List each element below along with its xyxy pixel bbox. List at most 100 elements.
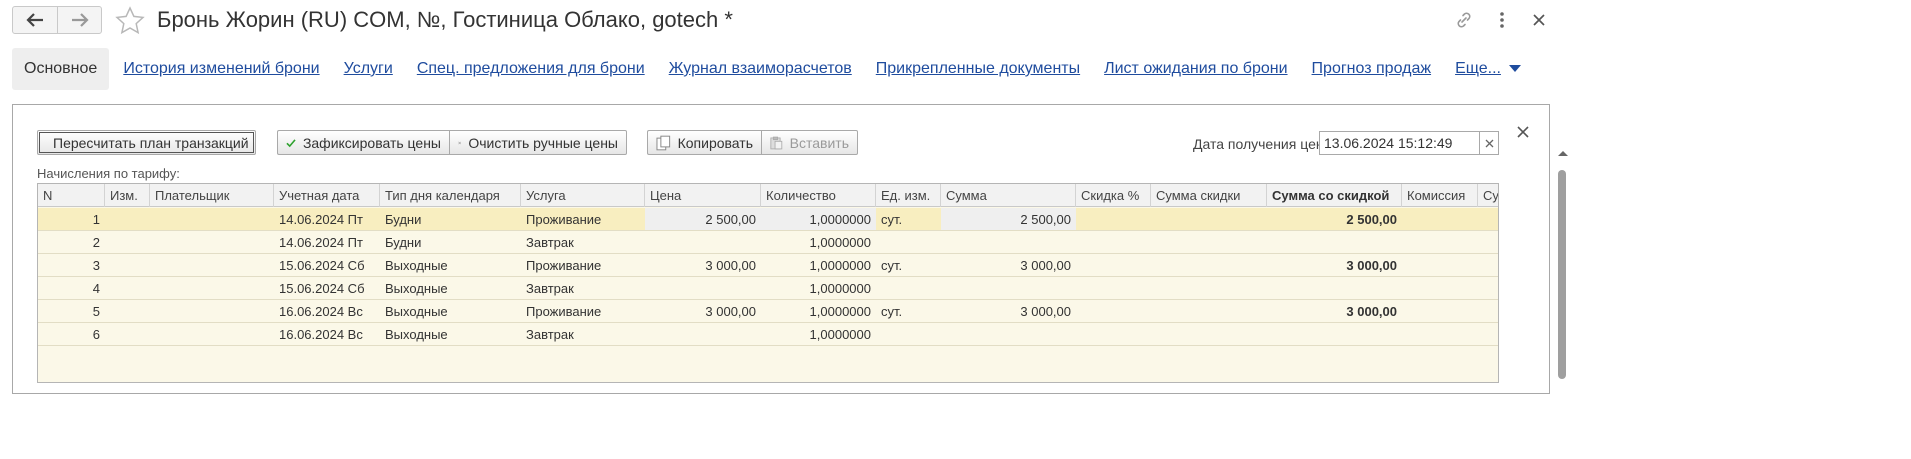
star-icon[interactable] [114,5,146,37]
cell-commission[interactable] [1402,254,1478,276]
cell-date[interactable]: 15.06.2024 Сб [274,277,380,299]
scrollbar-thumb[interactable] [1558,170,1566,379]
column-header[interactable]: Количество [761,184,876,207]
cell-n[interactable]: 6 [38,323,105,345]
cell-changed[interactable] [105,300,150,322]
cell-day-type[interactable]: Выходные [380,254,521,276]
cell-price[interactable]: 3 000,00 [645,300,761,322]
cell-discount-pct[interactable] [1076,208,1151,230]
cell-sum[interactable] [941,323,1076,345]
cell-changed[interactable] [105,208,150,230]
cell-price[interactable] [645,231,761,253]
copy-button[interactable]: Копировать [647,130,761,155]
cell-commission[interactable] [1402,323,1478,345]
cell-discount-sum[interactable] [1151,277,1267,299]
cell-n[interactable]: 2 [38,231,105,253]
forward-button[interactable] [57,7,101,33]
cell-service[interactable]: Завтрак [521,277,645,299]
cell-commission[interactable] [1402,231,1478,253]
table-row[interactable]: 5 16.06.2024 Вс Выходные Проживание 3 000,00… [38,300,1498,323]
cell-date[interactable]: 14.06.2024 Пт [274,231,380,253]
cell-discount-sum[interactable] [1151,323,1267,345]
cell-quantity[interactable]: 1,0000000 [761,208,876,230]
tab-booking-history[interactable]: История изменений брони [111,48,331,90]
cell-day-type[interactable]: Выходные [380,277,521,299]
cell-payer[interactable] [150,323,274,345]
cell-quantity[interactable]: 1,0000000 [761,254,876,276]
cell-payer[interactable] [150,208,274,230]
cell-payer[interactable] [150,277,274,299]
cell-sum-with-discount[interactable] [1267,231,1402,253]
cell-sum[interactable]: 3 000,00 [941,300,1076,322]
cell-quantity[interactable]: 1,0000000 [761,231,876,253]
cell-discount-pct[interactable] [1076,323,1151,345]
price-date-field[interactable]: 13.06.2024 15:12:49 [1319,131,1479,155]
paste-button[interactable]: Вставить [762,130,858,155]
cell-su[interactable] [1478,208,1498,230]
column-header[interactable]: Тип дня календаря [380,184,521,207]
cell-changed[interactable] [105,254,150,276]
cell-changed[interactable] [105,323,150,345]
column-header[interactable]: Цена [645,184,761,207]
cell-sum-with-discount[interactable]: 2 500,00 [1267,208,1402,230]
link-icon[interactable] [1453,9,1475,31]
cell-changed[interactable] [105,231,150,253]
cell-discount-sum[interactable] [1151,254,1267,276]
column-header[interactable]: Учетная дата [274,184,380,207]
cell-service[interactable]: Завтрак [521,323,645,345]
tab-main[interactable]: Основное [12,48,110,90]
cell-discount-sum[interactable] [1151,231,1267,253]
tab-settlements-journal[interactable]: Журнал взаиморасчетов [657,48,864,90]
cell-price[interactable] [645,277,761,299]
cell-service[interactable]: Проживание [521,300,645,322]
cell-discount-sum[interactable] [1151,300,1267,322]
cell-sum-with-discount[interactable]: 3 000,00 [1267,300,1402,322]
cell-day-type[interactable]: Выходные [380,323,521,345]
column-header[interactable]: Сумма [941,184,1076,207]
cell-sum-with-discount[interactable] [1267,323,1402,345]
cell-changed[interactable] [105,277,150,299]
cell-price[interactable] [645,323,761,345]
cell-unit[interactable]: сут. [876,300,941,322]
cell-payer[interactable] [150,254,274,276]
cell-commission[interactable] [1402,300,1478,322]
cell-sum[interactable]: 3 000,00 [941,254,1076,276]
cell-discount-pct[interactable] [1076,231,1151,253]
tab-sales-forecast[interactable]: Прогноз продаж [1300,48,1444,90]
cell-quantity[interactable]: 1,0000000 [761,323,876,345]
cell-day-type[interactable]: Будни [380,208,521,230]
cell-quantity[interactable]: 1,0000000 [761,277,876,299]
column-header[interactable]: Скидка % [1076,184,1151,207]
column-header[interactable]: Сумма скидки [1151,184,1267,207]
tab-more[interactable]: Еще... [1443,48,1533,90]
column-header[interactable]: Сумма со скидкой [1267,184,1402,207]
cell-unit[interactable] [876,231,941,253]
tab-special-offers[interactable]: Спец. предложения для брони [405,48,657,90]
cell-day-type[interactable]: Будни [380,231,521,253]
tab-waiting-list[interactable]: Лист ожидания по брони [1092,48,1299,90]
cell-sum-with-discount[interactable]: 3 000,00 [1267,254,1402,276]
cell-service[interactable]: Завтрак [521,231,645,253]
cell-day-type[interactable]: Выходные [380,300,521,322]
cell-date[interactable]: 16.06.2024 Вс [274,300,380,322]
cell-date[interactable]: 16.06.2024 Вс [274,323,380,345]
cell-su[interactable] [1478,277,1498,299]
column-header[interactable]: Плательщик [150,184,274,207]
cell-n[interactable]: 3 [38,254,105,276]
tab-attached-documents[interactable]: Прикрепленные документы [864,48,1092,90]
cell-n[interactable]: 1 [38,208,105,230]
tab-services[interactable]: Услуги [332,48,405,90]
cell-su[interactable] [1478,231,1498,253]
recalc-transactions-button[interactable]: Пересчитать план транзакций [37,130,256,155]
cell-price[interactable]: 3 000,00 [645,254,761,276]
table-row[interactable]: 4 15.06.2024 Сб Выходные Завтрак 1,0000000 [38,277,1498,300]
close-icon[interactable] [1528,9,1550,31]
cell-service[interactable]: Проживание [521,208,645,230]
cell-date[interactable]: 14.06.2024 Пт [274,208,380,230]
cell-payer[interactable] [150,231,274,253]
table-row[interactable]: 6 16.06.2024 Вс Выходные Завтрак 1,0000000 [38,323,1498,346]
cell-sum[interactable]: 2 500,00 [941,208,1076,230]
cell-payer[interactable] [150,300,274,322]
cell-su[interactable] [1478,300,1498,322]
cell-commission[interactable] [1402,277,1478,299]
